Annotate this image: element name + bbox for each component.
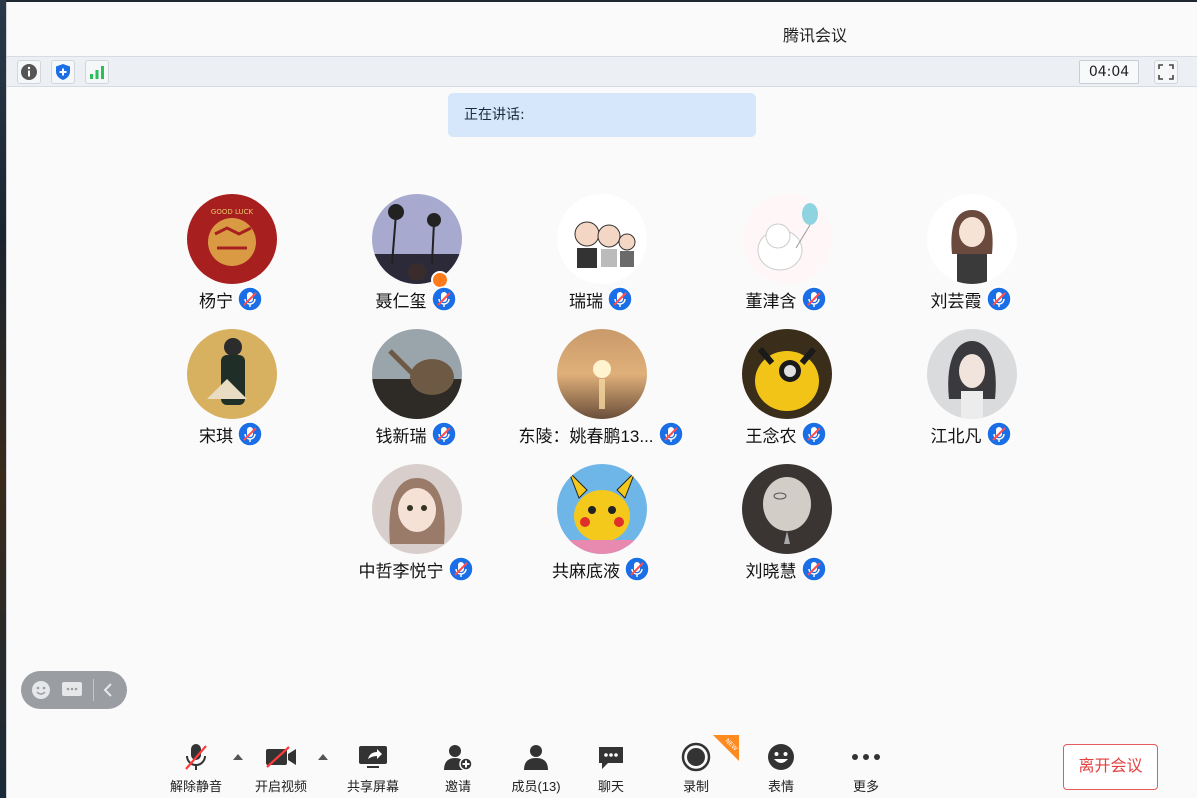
add-user-icon (444, 745, 473, 771)
collapse-chevron-icon[interactable] (101, 682, 115, 698)
participant-name: 中哲李悦宁 (358, 561, 444, 581)
mic-muted-icon (985, 286, 1012, 312)
participant-tile[interactable]: 中哲李悦宁 (326, 464, 506, 584)
invite-label: 邀请 (444, 779, 471, 794)
mic-muted-icon (447, 556, 474, 582)
avatar (372, 464, 462, 554)
svg-text:GOOD LUCK: GOOD LUCK (211, 208, 254, 216)
start-video-label: 开启视频 (254, 779, 307, 794)
participant-name: 王念农 (745, 426, 797, 446)
participant-tile[interactable]: 刘芸霞 (881, 194, 1061, 314)
share-screen-icon (359, 746, 387, 768)
fullscreen-icon[interactable] (1154, 60, 1178, 84)
floating-quick-bar (21, 671, 127, 709)
video-options-caret[interactable] (318, 754, 328, 760)
shield-icon[interactable] (51, 60, 75, 84)
camera-off-icon (266, 746, 296, 768)
emoji-icon (768, 744, 794, 770)
mic-muted-icon (430, 421, 457, 447)
participant-name: 刘芸霞 (930, 291, 982, 311)
participant-tile[interactable]: 王念农 (696, 329, 876, 449)
participant-name: 东陵：姚春鹏13... (518, 426, 654, 446)
record-icon (681, 742, 711, 772)
invite-button[interactable]: 邀请 (418, 740, 498, 795)
speaking-indicator: 正在讲话: (448, 93, 756, 137)
reactions-button[interactable]: 表情 (741, 740, 821, 795)
participant-tile[interactable]: GOOD LUCK 杨宁 (141, 194, 321, 314)
more-button[interactable]: 更多 (826, 740, 906, 795)
mic-muted-icon (800, 556, 827, 582)
emoji-icon[interactable] (31, 680, 51, 700)
chat-label: 聊天 (597, 779, 624, 794)
mic-muted-icon (607, 286, 633, 312)
mic-muted-icon (237, 286, 263, 312)
bottom-toolbar: 解除静音 开启视频 共享屏幕 邀请 成员(13) 聊天 录制 表情 更多 (7, 736, 1197, 798)
share-screen-label: 共享屏幕 (346, 779, 399, 794)
new-badge-icon: NEW (713, 735, 739, 761)
mic-muted-icon (237, 421, 263, 447)
participant-name: 刘晓慧 (745, 561, 797, 581)
participant-name: 杨宁 (199, 291, 233, 311)
unmute-button[interactable]: 解除静音 (156, 740, 236, 795)
mic-muted-icon (430, 286, 457, 312)
members-label: 成员(13) (511, 779, 561, 794)
meeting-window: 腾讯会议 04:04 正在讲话: GOOD LUCK 杨宁 聂仁玺 瑞瑞 董津含… (6, 2, 1197, 798)
mic-muted-icon (800, 286, 827, 312)
participant-tile[interactable]: 东陵：姚春鹏13... (511, 329, 691, 449)
window-title: 腾讯会议 (782, 26, 847, 45)
participant-tile[interactable]: 聂仁玺 (326, 194, 506, 314)
signal-icon[interactable] (85, 60, 109, 84)
info-icon[interactable] (17, 60, 41, 84)
mic-muted-icon (985, 421, 1012, 447)
avatar (557, 329, 647, 419)
mic-muted-icon (657, 421, 684, 447)
participant-tile[interactable]: 宋琪 (141, 329, 321, 449)
share-screen-button[interactable]: 共享屏幕 (333, 740, 413, 795)
participant-tile[interactable]: 钱新瑞 (326, 329, 506, 449)
members-icon (524, 745, 548, 770)
avatar (927, 329, 1017, 419)
chat-icon (599, 747, 623, 769)
avatar (927, 194, 1017, 284)
leave-meeting-button[interactable]: 离开会议 (1063, 744, 1158, 790)
avatar (372, 194, 462, 284)
participant-tile[interactable]: 董津含 (696, 194, 876, 314)
avatar (742, 194, 832, 284)
meeting-info-bar: 04:04 (7, 56, 1197, 87)
reactions-label: 表情 (767, 779, 794, 794)
unmute-label: 解除静音 (169, 779, 222, 794)
avatar (187, 329, 277, 419)
participant-name: 共麻底液 (552, 561, 620, 581)
participant-tile[interactable]: 瑞瑞 (511, 194, 691, 314)
record-label: 录制 (682, 779, 709, 794)
mic-muted-icon (185, 744, 207, 770)
avatar (557, 194, 647, 284)
participant-tile[interactable]: 江北凡 (881, 329, 1061, 449)
avatar (742, 329, 832, 419)
start-video-button[interactable]: 开启视频 (241, 740, 321, 795)
meeting-timer: 04:04 (1079, 60, 1139, 84)
avatar: GOOD LUCK (187, 194, 277, 284)
participant-name: 聂仁玺 (375, 291, 427, 311)
divider (93, 679, 94, 701)
participant-name: 宋琪 (199, 426, 233, 446)
participant-name: 钱新瑞 (375, 426, 427, 446)
avatar (372, 329, 462, 419)
participant-name: 瑞瑞 (569, 291, 603, 311)
members-button[interactable]: 成员(13) (496, 740, 576, 795)
participant-name: 董津含 (745, 291, 797, 311)
avatar (742, 464, 832, 554)
mic-muted-icon (624, 556, 650, 582)
participant-tile[interactable]: 刘晓慧 (696, 464, 876, 584)
chat-button[interactable]: 聊天 (571, 740, 651, 795)
participant-name: 江北凡 (930, 426, 982, 446)
mic-muted-icon (800, 421, 827, 447)
more-label: 更多 (852, 779, 879, 794)
title-bar: 腾讯会议 (7, 2, 1197, 56)
chat-bubble-icon[interactable] (61, 680, 83, 700)
avatar (557, 464, 647, 554)
more-icon (852, 754, 880, 760)
participant-tile[interactable]: 共麻底液 (511, 464, 691, 584)
